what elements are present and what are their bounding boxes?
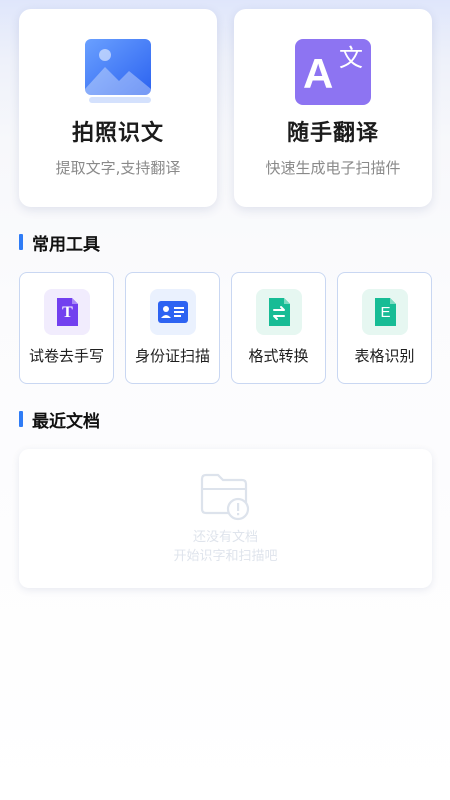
image-icon	[85, 39, 151, 103]
tools-row: T 试卷去手写 身份证扫描 格式转换 E 表格识别	[19, 272, 432, 384]
tool-label: 身份证扫描	[134, 347, 210, 365]
translate-glyph-cjk: 文	[339, 44, 363, 72]
recent-documents-panel: 还没有文档 开始识字和扫描吧	[19, 449, 432, 588]
tool-id-card-scan[interactable]: 身份证扫描	[125, 272, 220, 384]
tool-table-recognition[interactable]: E 表格识别	[337, 272, 432, 384]
feature-subtitle: 提取文字,支持翻译	[55, 159, 181, 177]
section-title: 最近文档	[32, 411, 100, 432]
feature-title: 随手翻译	[286, 121, 379, 146]
section-accent-bar	[19, 234, 23, 250]
translate-icon: A 文	[295, 39, 371, 105]
photo-ocr-card[interactable]: 拍照识文 提取文字,支持翻译	[19, 9, 217, 207]
empty-state-title: 还没有文档	[192, 530, 258, 545]
translate-glyph-latin: A	[303, 50, 334, 97]
section-accent-bar	[19, 411, 23, 427]
tool-format-convert[interactable]: 格式转换	[231, 272, 326, 384]
empty-folder-icon	[200, 473, 250, 521]
quick-translate-card[interactable]: A 文 随手翻译 快速生成电子扫描件	[234, 9, 432, 207]
empty-state-hint: 开始识字和扫描吧	[173, 549, 278, 564]
feature-subtitle: 快速生成电子扫描件	[265, 159, 401, 177]
spreadsheet-e-glyph: E	[380, 304, 391, 321]
recent-section-header: 最近文档	[19, 409, 100, 432]
tool-label: 格式转换	[248, 347, 309, 365]
tool-label: 试卷去手写	[28, 347, 104, 365]
spreadsheet-e-icon: E	[362, 289, 408, 335]
section-title: 常用工具	[32, 234, 100, 255]
tool-remove-handwriting[interactable]: T 试卷去手写	[19, 272, 114, 384]
feature-row: 拍照识文 提取文字,支持翻译 A 文 随手翻译 快速生成电子扫描件	[19, 9, 432, 207]
feature-title: 拍照识文	[71, 121, 164, 146]
id-card-icon	[150, 289, 196, 335]
file-convert-icon	[256, 289, 302, 335]
tool-label: 表格识别	[354, 347, 415, 365]
tools-section-header: 常用工具	[19, 232, 100, 255]
document-t-glyph: T	[62, 304, 73, 321]
document-t-icon: T	[44, 289, 90, 335]
